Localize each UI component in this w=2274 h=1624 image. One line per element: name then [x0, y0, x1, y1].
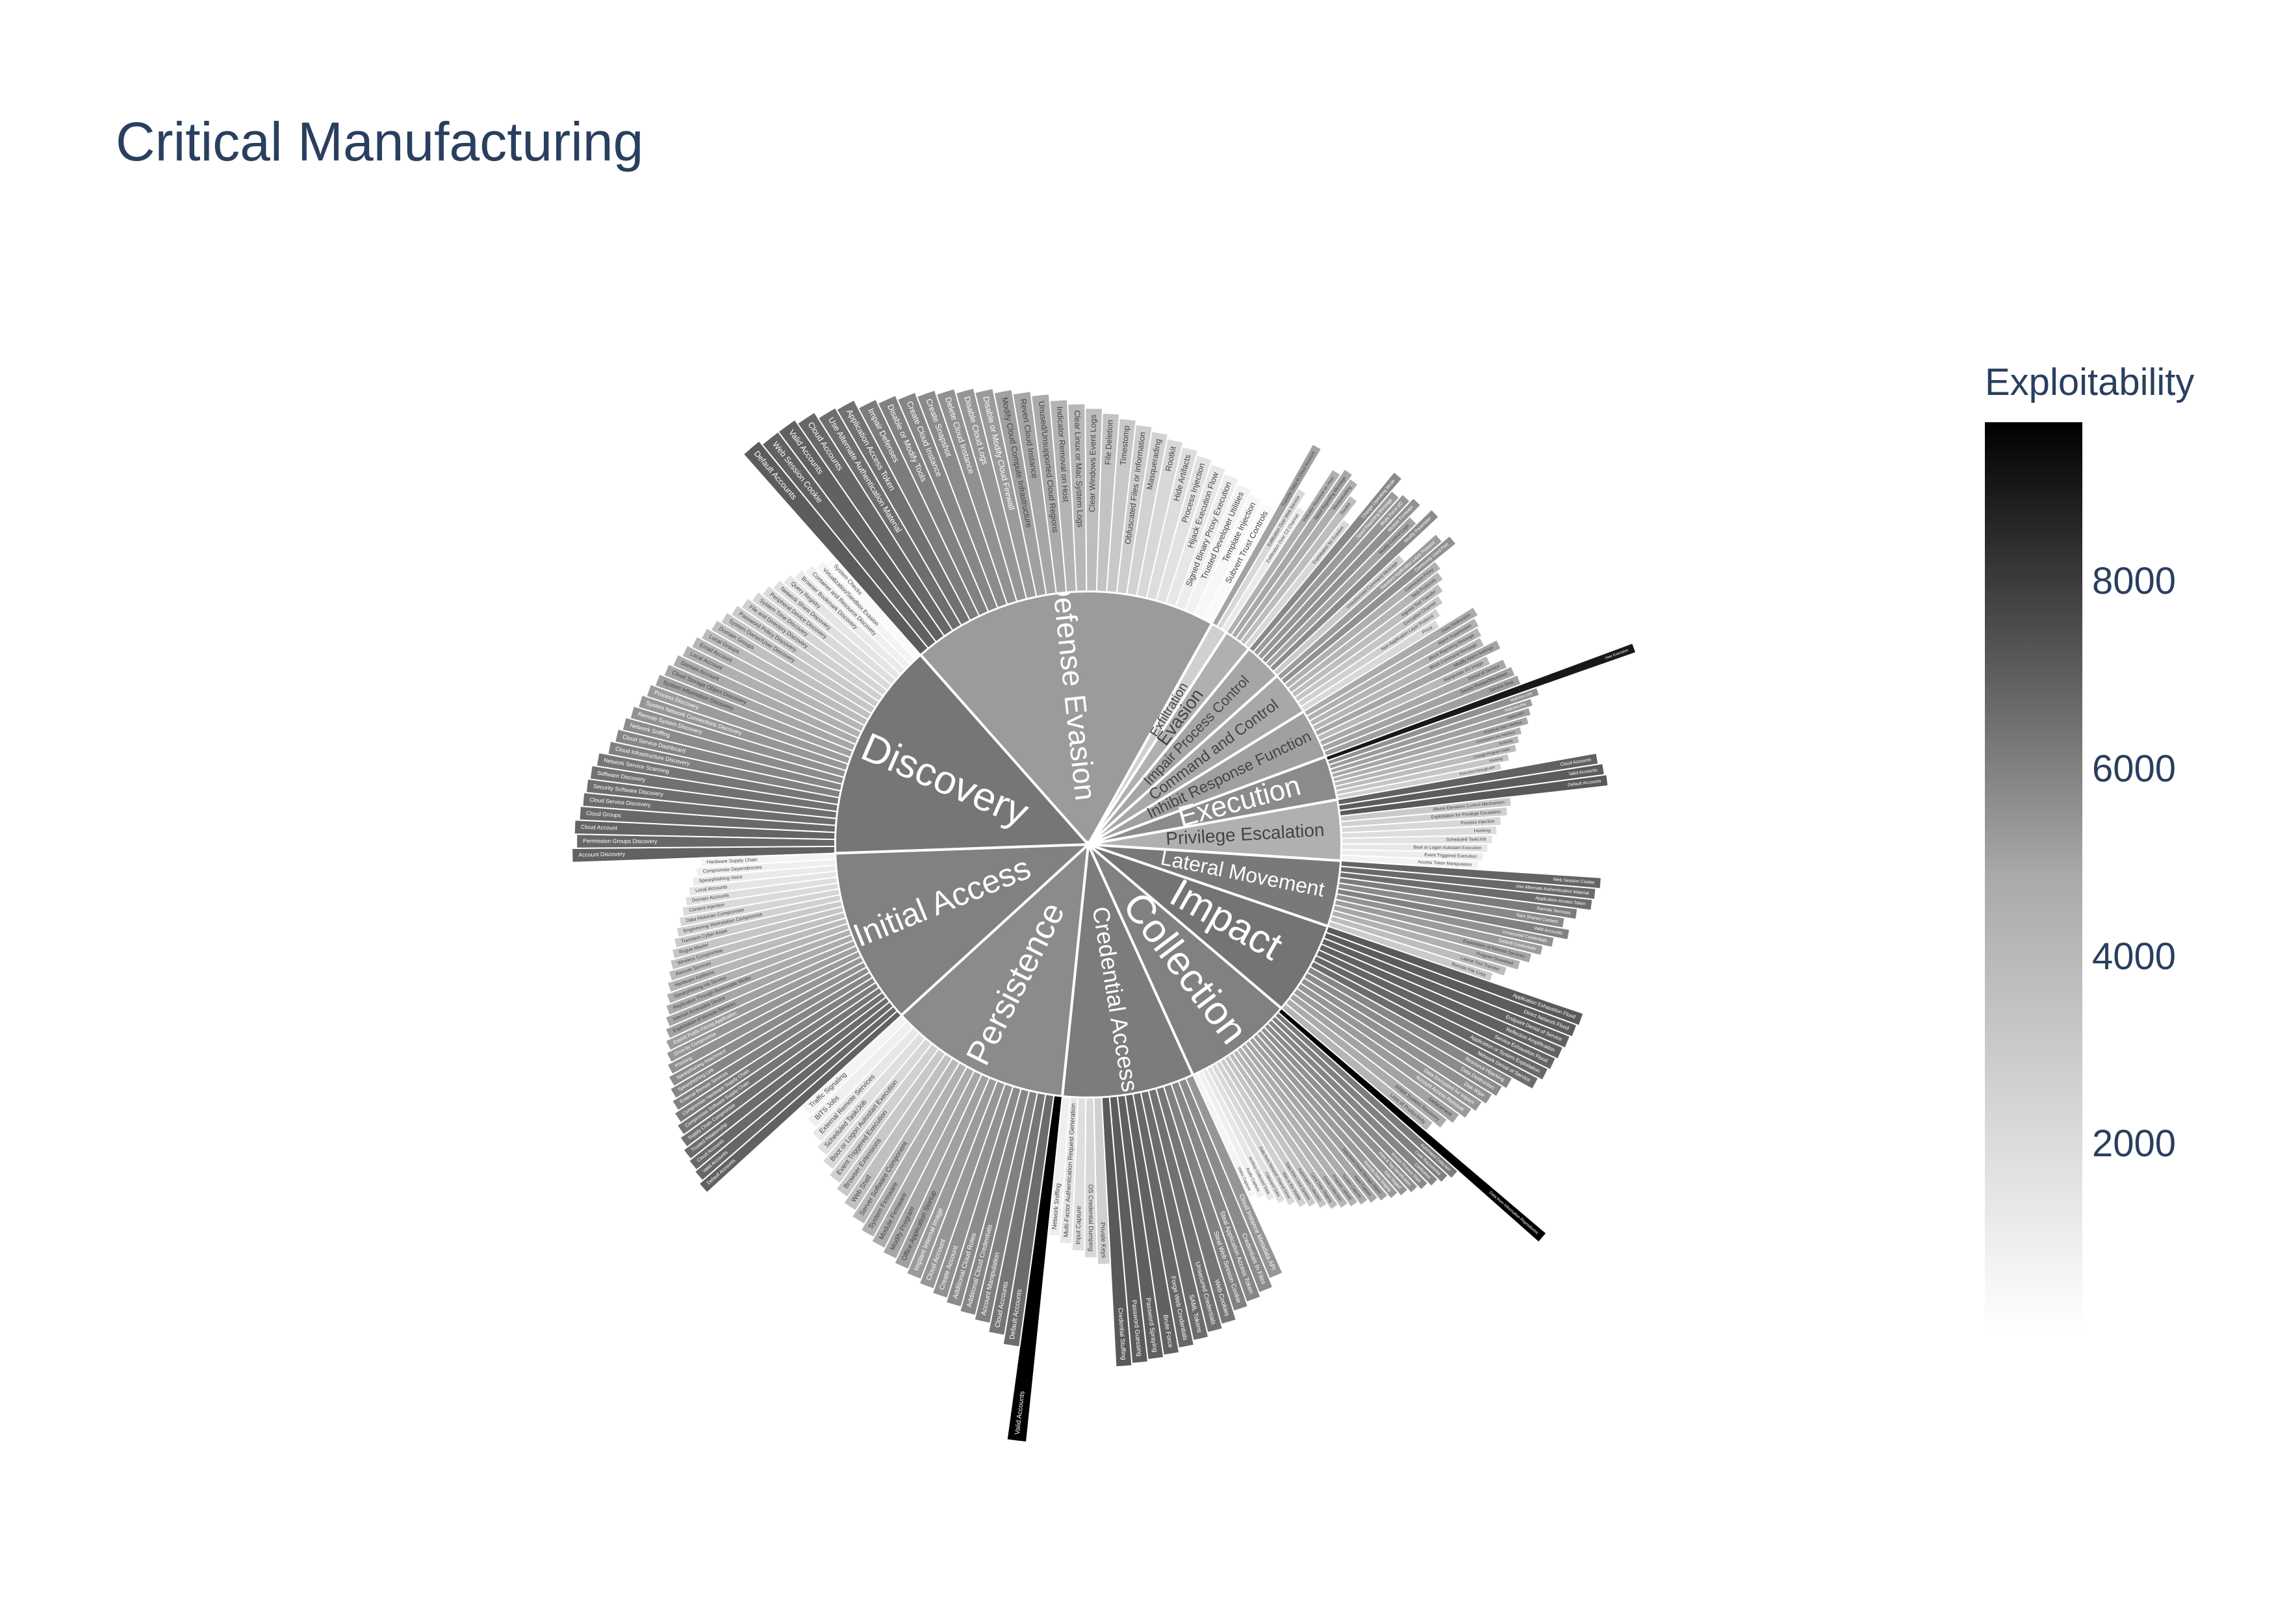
technique-label: Boot or Logon Autostart Execution: [1414, 845, 1482, 850]
sunburst-segments[interactable]: DiscoveryAccount DiscoveryPermission Gro…: [571, 387, 1637, 1443]
technique-label: Clear Windows Event Logs: [1088, 414, 1098, 512]
technique-label: Hooking: [1474, 828, 1491, 833]
technique-label: Input Capture: [1075, 1206, 1082, 1245]
technique-label: Private Keys: [1099, 1222, 1107, 1258]
colorbar-tick-label: 2000: [2092, 1123, 2177, 1165]
colorbar: [1985, 422, 2082, 1332]
colorbar-tick-label: 6000: [2092, 748, 2177, 791]
colorbar-tick-label: 8000: [2092, 560, 2177, 603]
technique-label: Account Discovery: [578, 850, 626, 858]
technique-label: Data from Information Repositories: [1488, 1191, 1539, 1236]
colorbar-tick-label: 4000: [2092, 935, 2177, 978]
sunburst-chart: DiscoveryAccount DiscoveryPermission Gro…: [571, 387, 2082, 1443]
technique-label: Cloud Account: [581, 824, 618, 831]
technique-label: Scheduled Task/Job: [1446, 837, 1487, 843]
technique-label: Permission Groups Discovery: [583, 837, 658, 844]
colorbar-title: Exploitability: [1985, 361, 2195, 403]
technique-label: OS Credential Dumping: [1087, 1184, 1095, 1252]
